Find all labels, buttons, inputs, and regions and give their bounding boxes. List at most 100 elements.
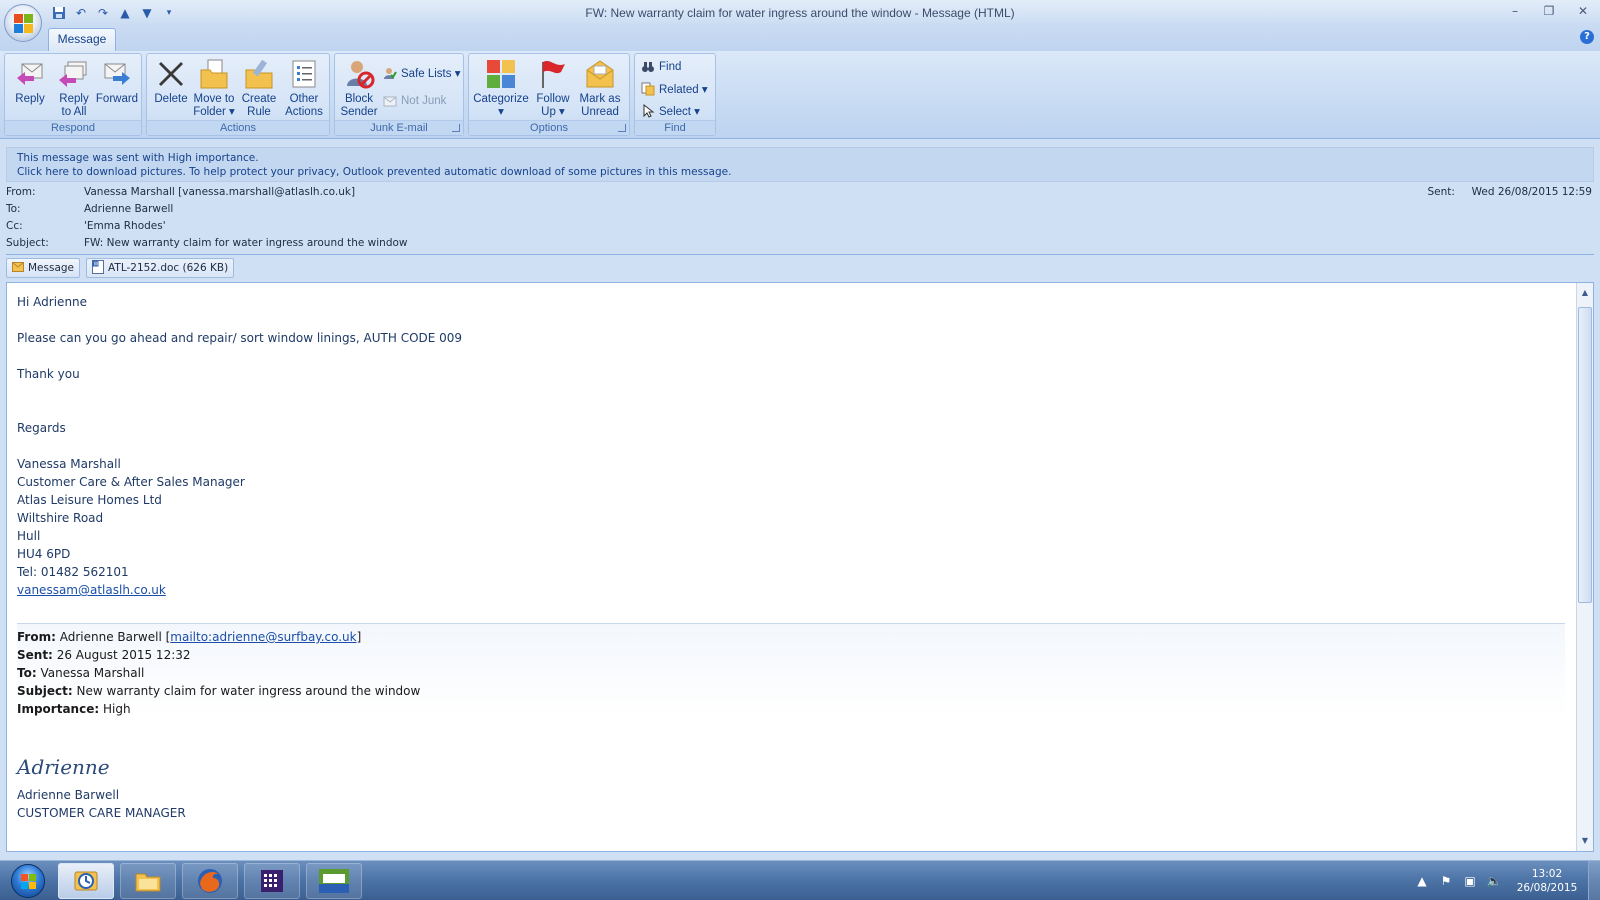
not-junk-button[interactable]: Not Junk: [383, 92, 446, 110]
office-button[interactable]: [4, 4, 42, 42]
fwd-from-bracket: ]: [356, 630, 362, 644]
envelope-icon: [12, 261, 24, 275]
sig-company: Atlas Leisure Homes Ltd: [17, 493, 162, 507]
group-label-actions: Actions: [147, 120, 329, 135]
forward-button[interactable]: Forward: [94, 58, 140, 120]
taskbar-calendar-app[interactable]: [244, 863, 300, 899]
fwd-subject-label: Subject:: [17, 684, 73, 698]
categorize-icon: [485, 58, 517, 90]
show-desktop-button[interactable]: [1588, 861, 1600, 900]
fwd-sent-label: Sent:: [17, 648, 53, 662]
group-respond: Reply Reply to All Forward Respond: [4, 53, 142, 136]
mark-as-unread-button[interactable]: Mark as Unread: [575, 58, 625, 120]
related-icon: [641, 82, 655, 96]
delete-button[interactable]: Delete: [149, 58, 193, 120]
reply-all-button[interactable]: Reply to All: [52, 58, 96, 120]
other-actions-button[interactable]: Other Actions ▾: [281, 58, 327, 131]
fwd-subject-value: New warranty claim for water ingress aro…: [76, 684, 421, 698]
group-junk-email: Block Sender Safe Lists ▾ Not Junk Junk …: [334, 53, 464, 136]
reply-icon: [14, 58, 46, 90]
clock-date: 26/08/2015: [1516, 882, 1578, 894]
sig-phone: Tel: 01482 562101: [17, 565, 129, 579]
related-button[interactable]: Related ▾: [641, 80, 708, 98]
info-bar[interactable]: This message was sent with High importan…: [6, 147, 1594, 182]
subject-label: Subject:: [6, 237, 49, 249]
start-button[interactable]: [2, 862, 54, 900]
fwd-from-name: Adrienne Barwell [: [59, 630, 171, 644]
taskbar-sage[interactable]: [306, 863, 362, 899]
to-value[interactable]: Adrienne Barwell: [84, 203, 173, 215]
create-rule-button[interactable]: Create Rule: [237, 58, 281, 120]
system-tray: ▲ ⚑ ▣ 🔈 13:02 26/08/2015: [1410, 861, 1600, 900]
network-icon[interactable]: ▣: [1461, 872, 1479, 890]
download-pictures-notice[interactable]: Click here to download pictures. To help…: [17, 165, 1583, 179]
reply-all-icon: [58, 58, 90, 90]
word-doc-icon: W: [92, 259, 105, 277]
attachment-row: Message W ATL-2152.doc (626 KB): [6, 257, 235, 279]
action-center-flag-icon[interactable]: ⚑: [1437, 872, 1455, 890]
find-button[interactable]: Find: [641, 58, 681, 76]
taskbar-outlook[interactable]: [58, 863, 114, 899]
sender-name: Adrienne Barwell: [17, 788, 120, 802]
group-label-respond: Respond: [5, 120, 141, 135]
sent-value: Wed 26/08/2015 12:59: [1471, 186, 1592, 198]
sig-city: Hull: [17, 529, 41, 543]
fwd-from-label: From:: [17, 630, 56, 644]
office-logo-icon: [14, 14, 34, 34]
create-rule-icon: [243, 58, 275, 90]
title-bar: ↶ ↷ ▲ ▼ ▾ FW: New warranty claim for wat…: [0, 0, 1600, 27]
junk-options-launcher-icon[interactable]: [452, 124, 460, 132]
follow-up-button[interactable]: Follow Up ▾: [531, 58, 575, 120]
tab-message[interactable]: Message: [48, 28, 116, 51]
clock[interactable]: 13:02 26/08/2015: [1512, 867, 1582, 895]
from-label: From:: [6, 186, 36, 198]
fwd-importance-label: Importance:: [17, 702, 100, 716]
header-divider: [6, 254, 1594, 255]
taskbar-explorer[interactable]: [120, 863, 176, 899]
safe-lists-button[interactable]: Safe Lists ▾: [383, 64, 460, 82]
message-body[interactable]: Hi Adrienne Please can you go ahead and …: [6, 282, 1594, 852]
to-label: To:: [6, 203, 21, 215]
fwd-mailto-link[interactable]: mailto:adrienne@surfbay.co.uk: [170, 630, 356, 644]
scroll-down-icon[interactable]: ▼: [1577, 833, 1593, 849]
group-label-options: Options: [469, 120, 629, 135]
svg-text:W: W: [94, 261, 99, 267]
handwritten-signature: Adrienne: [17, 755, 110, 779]
restore-icon[interactable]: ❐: [1532, 0, 1566, 22]
delete-icon: [155, 58, 187, 90]
group-label-junk-email: Junk E-mail: [335, 120, 463, 135]
close-icon[interactable]: ✕: [1566, 0, 1600, 22]
scroll-thumb[interactable]: [1578, 307, 1592, 603]
from-value[interactable]: Vanessa Marshall [vanessa.marshall@atlas…: [84, 186, 355, 198]
block-sender-icon: [343, 58, 375, 90]
group-actions: Delete Move to Folder ▾ Create Rule Othe…: [146, 53, 330, 136]
sig-title: Customer Care & After Sales Manager: [17, 475, 245, 489]
folder-icon: [135, 873, 161, 892]
volume-icon[interactable]: 🔈: [1485, 872, 1503, 890]
not-junk-icon: [383, 94, 397, 108]
sig-email-link[interactable]: vanessam@atlaslh.co.uk: [17, 583, 166, 597]
taskbar-firefox[interactable]: [182, 863, 238, 899]
subject-value: FW: New warranty claim for water ingress…: [84, 237, 408, 249]
message-view-button[interactable]: Message: [6, 258, 81, 278]
show-hidden-icons-icon[interactable]: ▲: [1413, 872, 1431, 890]
move-to-folder-button[interactable]: Move to Folder ▾: [191, 58, 237, 120]
categorize-button[interactable]: Categorize ▾: [471, 58, 531, 120]
help-icon[interactable]: ?: [1580, 30, 1594, 44]
options-launcher-icon[interactable]: [618, 124, 626, 132]
reply-button[interactable]: Reply: [8, 58, 52, 120]
taskbar: ▲ ⚑ ▣ 🔈 13:02 26/08/2015: [0, 860, 1600, 900]
body-line-1: Please can you go ahead and repair/ sort…: [17, 331, 463, 345]
cc-value[interactable]: 'Emma Rhodes': [84, 220, 166, 232]
sig-postcode: HU4 6PD: [17, 547, 71, 561]
calendar-grid-icon: [261, 870, 283, 892]
scroll-up-icon[interactable]: ▲: [1577, 285, 1593, 301]
minimize-icon[interactable]: –: [1498, 0, 1532, 22]
vertical-scrollbar[interactable]: ▲ ▼: [1576, 283, 1593, 851]
binoculars-icon: [641, 60, 655, 74]
sig-name: Vanessa Marshall: [17, 457, 121, 471]
select-button[interactable]: Select ▾: [641, 102, 700, 120]
attachment-file[interactable]: W ATL-2152.doc (626 KB): [86, 258, 235, 278]
group-find: Find Related ▾ Select ▾ Find: [634, 53, 716, 136]
block-sender-button[interactable]: Block Sender: [337, 58, 381, 120]
